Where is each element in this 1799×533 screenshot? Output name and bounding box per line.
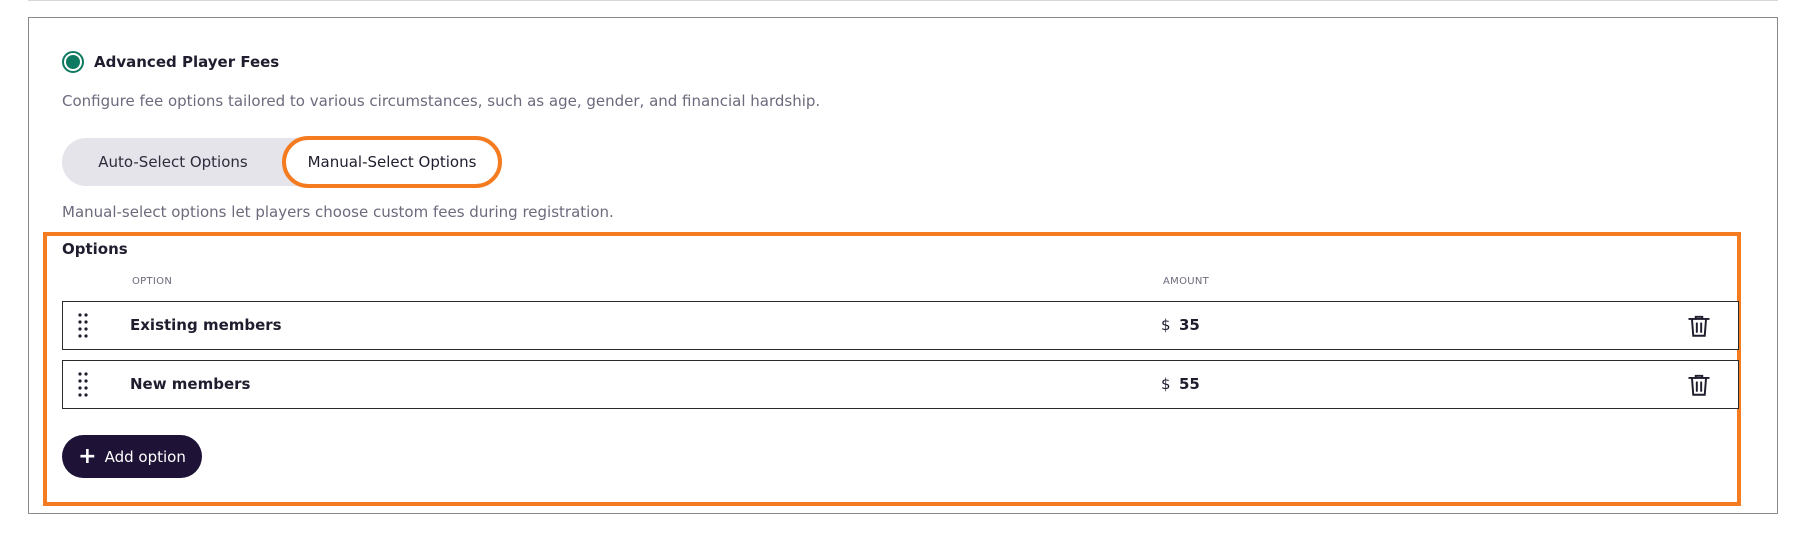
currency-symbol: $ xyxy=(1161,316,1171,334)
section-label: Advanced Player Fees xyxy=(94,53,280,71)
plus-icon: + xyxy=(78,443,97,469)
option-row: Existing members $ 35 xyxy=(62,301,1739,350)
advanced-player-fees-option[interactable]: Advanced Player Fees xyxy=(62,51,279,73)
auto-select-tab[interactable]: Auto-Select Options xyxy=(62,138,284,186)
top-divider xyxy=(28,0,1778,1)
option-row: New members $ 55 xyxy=(62,360,1739,409)
radio-dot xyxy=(66,55,80,69)
column-header-option: OPTION xyxy=(132,276,173,287)
option-amount[interactable]: 55 xyxy=(1179,375,1200,393)
option-amount[interactable]: 35 xyxy=(1179,316,1200,334)
section-description: Configure fee options tailored to variou… xyxy=(62,92,821,110)
column-header-amount: AMOUNT xyxy=(1163,276,1210,287)
add-option-button[interactable]: + Add option xyxy=(62,435,202,478)
trash-icon[interactable] xyxy=(1686,372,1712,398)
drag-handle-icon[interactable] xyxy=(77,371,89,399)
add-option-label: Add option xyxy=(104,447,186,466)
manual-select-description: Manual-select options let players choose… xyxy=(62,203,614,221)
currency-symbol: $ xyxy=(1161,375,1171,393)
manual-select-tab[interactable]: Manual-Select Options xyxy=(282,136,502,188)
option-name[interactable]: New members xyxy=(130,375,250,393)
options-title: Options xyxy=(62,240,128,258)
option-name[interactable]: Existing members xyxy=(130,316,282,334)
fee-mode-toggle: Auto-Select Options Manual-Select Option… xyxy=(62,136,502,188)
trash-icon[interactable] xyxy=(1686,313,1712,339)
drag-handle-icon[interactable] xyxy=(77,312,89,340)
radio-selected-icon[interactable] xyxy=(62,51,84,73)
